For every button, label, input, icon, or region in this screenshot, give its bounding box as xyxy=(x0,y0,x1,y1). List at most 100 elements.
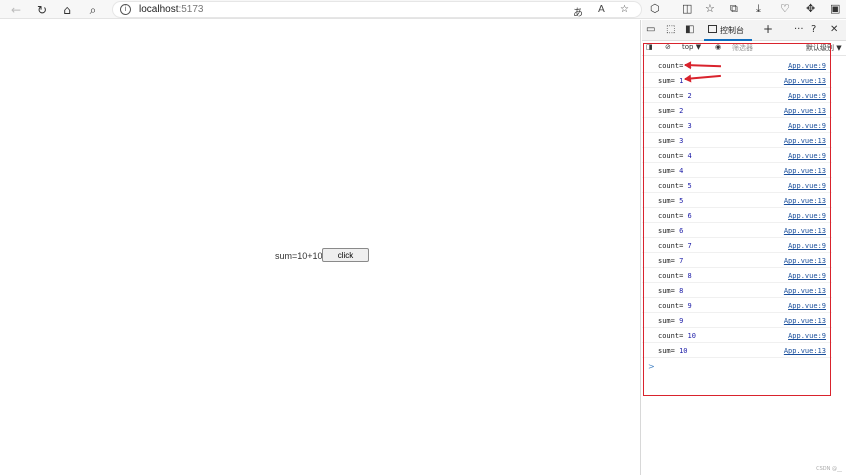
console-log-row: sum= 9 App.vue:13 xyxy=(642,313,832,328)
log-source-link[interactable]: App.vue:9 xyxy=(788,332,826,340)
log-value: 7 xyxy=(679,257,684,265)
log-source-link[interactable]: App.vue:9 xyxy=(788,302,826,310)
log-source-link[interactable]: App.vue:9 xyxy=(788,152,826,160)
inspect-element-icon[interactable]: ⬚ xyxy=(666,24,675,35)
log-source-link[interactable]: App.vue:13 xyxy=(784,227,826,235)
log-value: 6 xyxy=(679,227,684,235)
favorite-star-icon[interactable]: ☆ xyxy=(620,4,629,15)
log-source-link[interactable]: App.vue:9 xyxy=(788,182,826,190)
site-info-icon[interactable]: i xyxy=(120,4,131,15)
log-source-link[interactable]: App.vue:13 xyxy=(784,257,826,265)
log-source-link[interactable]: App.vue:9 xyxy=(788,122,826,130)
log-value: 1 xyxy=(679,77,684,85)
home-icon[interactable]: ⌂ xyxy=(59,2,75,18)
console-log-row: sum= 8 App.vue:13 xyxy=(642,283,832,298)
sidebar-icon[interactable]: ▣ xyxy=(830,2,840,15)
log-message: count= 5 xyxy=(658,182,692,190)
url-text: localhost:5173 xyxy=(139,4,204,15)
filter-input[interactable]: 筛选器 xyxy=(732,43,753,53)
log-source-link[interactable]: App.vue:13 xyxy=(784,197,826,205)
log-label: count= xyxy=(658,92,688,100)
log-message: count= 4 xyxy=(658,152,692,160)
log-value: 4 xyxy=(679,167,684,175)
live-expression-icon[interactable]: ◉ xyxy=(715,43,721,51)
log-levels-select[interactable]: 默认级别 ▼ xyxy=(806,43,842,53)
log-label: count= xyxy=(658,242,688,250)
address-bar[interactable]: i localhost:5173 あ A ☆ xyxy=(112,1,642,19)
add-tab-icon[interactable]: + xyxy=(763,22,773,36)
console-log-row: sum= 5 App.vue:13 xyxy=(642,193,832,208)
log-label: count= xyxy=(658,302,688,310)
console-log-row: count= 5 App.vue:9 xyxy=(642,178,832,193)
log-value: 9 xyxy=(679,317,684,325)
log-label: count= xyxy=(658,122,688,130)
log-value: 3 xyxy=(679,137,684,145)
log-label: count= xyxy=(658,152,688,160)
devtools-tab-bar: ▭ ⬚ ◧ 控制台 + ··· ? ✕ xyxy=(642,20,846,41)
log-value: 2 xyxy=(679,107,684,115)
sum-text: sum=10+10 xyxy=(275,251,323,261)
read-aloud-icon[interactable]: あ xyxy=(573,4,583,19)
console-log-row: count= 8 App.vue:9 xyxy=(642,268,832,283)
dock-side-icon[interactable]: ◧ xyxy=(685,24,694,35)
log-label: sum= xyxy=(658,137,680,145)
log-source-link[interactable]: App.vue:13 xyxy=(784,107,826,115)
log-label: sum= xyxy=(658,287,680,295)
close-icon[interactable]: ✕ xyxy=(830,24,838,35)
context-select[interactable]: top ▼ xyxy=(682,43,701,51)
log-message: count= 9 xyxy=(658,302,692,310)
device-emulation-icon[interactable]: ▭ xyxy=(646,24,655,35)
help-icon[interactable]: ? xyxy=(811,24,816,35)
text-size-icon[interactable]: A xyxy=(598,4,605,15)
extensions-puzzle-icon[interactable]: ✥ xyxy=(806,2,815,15)
tab-console[interactable]: 控制台 xyxy=(704,20,752,41)
collections-icon[interactable]: ⧉ xyxy=(730,2,738,16)
browser-toolbar: ← ↻ ⌂ ⌕ i localhost:5173 あ A ☆ ⬡ ◫ ☆ ⧉ ⤓… xyxy=(0,0,846,19)
console-prompt[interactable]: > xyxy=(648,362,655,371)
search-icon[interactable]: ⌕ xyxy=(85,2,101,18)
log-message: sum= 4 xyxy=(658,167,683,175)
console-toolbar: ◨ ⊘ top ▼ ◉ 筛选器 默认级别 ▼ xyxy=(642,42,846,56)
log-source-link[interactable]: App.vue:9 xyxy=(788,272,826,280)
favorites-icon[interactable]: ☆ xyxy=(705,2,715,15)
click-button[interactable]: click xyxy=(322,248,369,262)
console-log-row: sum= 6 App.vue:13 xyxy=(642,223,832,238)
log-message: count= 3 xyxy=(658,122,692,130)
log-message: sum= 8 xyxy=(658,287,683,295)
log-value: 4 xyxy=(687,152,692,160)
log-message: count= 6 xyxy=(658,212,692,220)
back-arrow-icon[interactable]: ← xyxy=(8,2,24,18)
more-options-icon[interactable]: ··· xyxy=(794,24,804,35)
console-log-row: sum= 3 App.vue:13 xyxy=(642,133,832,148)
log-value: 7 xyxy=(687,242,692,250)
log-message: sum= 10 xyxy=(658,347,688,355)
clear-console-icon[interactable]: ⊘ xyxy=(665,43,671,51)
log-label: sum= xyxy=(658,347,680,355)
log-message: sum= 7 xyxy=(658,257,683,265)
log-source-link[interactable]: App.vue:13 xyxy=(784,287,826,295)
log-source-link[interactable]: App.vue:9 xyxy=(788,92,826,100)
reload-icon[interactable]: ↻ xyxy=(34,2,50,18)
downloads-icon[interactable]: ⤓ xyxy=(756,2,761,16)
performance-icon[interactable]: ♡ xyxy=(780,2,790,15)
console-log-row: count= 1App.vue:9 xyxy=(642,58,832,73)
console-log-row: count= 10 App.vue:9 xyxy=(642,328,832,343)
split-screen-icon[interactable]: ◫ xyxy=(682,2,692,15)
log-value: 5 xyxy=(679,197,684,205)
log-source-link[interactable]: App.vue:9 xyxy=(788,62,826,70)
log-source-link[interactable]: App.vue:13 xyxy=(784,167,826,175)
log-source-link[interactable]: App.vue:13 xyxy=(784,137,826,145)
log-message: count= 10 xyxy=(658,332,696,340)
log-source-link[interactable]: App.vue:13 xyxy=(784,347,826,355)
sidebar-toggle-icon[interactable]: ◨ xyxy=(646,43,653,51)
console-log-row: count= 6 App.vue:9 xyxy=(642,208,832,223)
log-source-link[interactable]: App.vue:9 xyxy=(788,242,826,250)
log-message: sum= 5 xyxy=(658,197,683,205)
log-label: sum= xyxy=(658,167,680,175)
log-source-link[interactable]: App.vue:9 xyxy=(788,212,826,220)
console-log-row: count= 2 App.vue:9 xyxy=(642,88,832,103)
log-source-link[interactable]: App.vue:13 xyxy=(784,317,826,325)
console-log-row: sum= 7 App.vue:13 xyxy=(642,253,832,268)
extensions-icon[interactable]: ⬡ xyxy=(650,2,660,15)
log-source-link[interactable]: App.vue:13 xyxy=(784,77,826,85)
